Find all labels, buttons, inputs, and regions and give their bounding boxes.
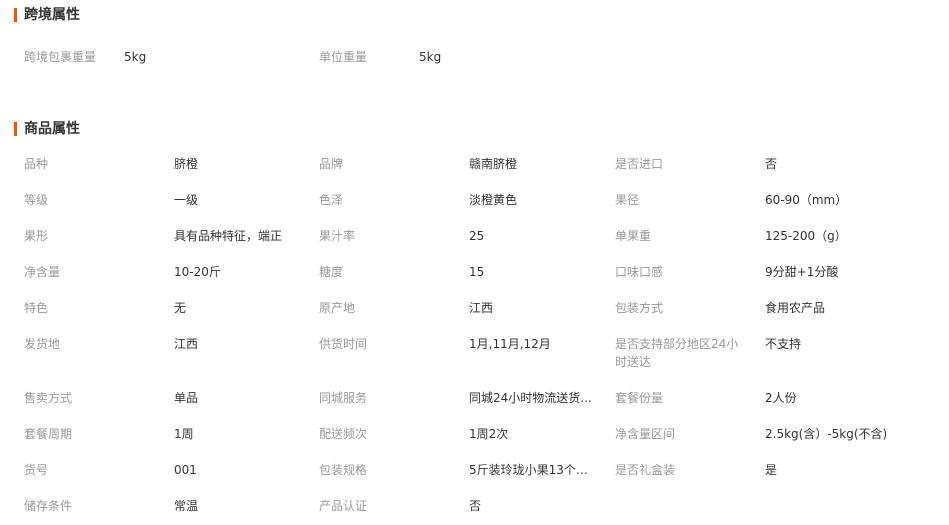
attr-value: 不支持 bbox=[765, 337, 802, 351]
attr-value: 食用农产品 bbox=[765, 301, 826, 315]
attr-value: 60-90（mm） bbox=[765, 193, 848, 207]
attr-value: 常温 bbox=[174, 499, 199, 513]
section-accent-bar bbox=[14, 8, 17, 22]
attr-label: 原产地 bbox=[319, 301, 356, 315]
section-title-cross-border: 跨境属性 bbox=[14, 6, 80, 24]
attr-label: 套餐份量 bbox=[615, 391, 664, 405]
attr-value-package-weight: 5kg bbox=[124, 50, 147, 64]
attr-label: 品种 bbox=[24, 157, 49, 171]
attr-label: 品牌 bbox=[319, 157, 344, 171]
attr-label: 是否支持部分地区24小时送达 bbox=[615, 337, 739, 369]
attr-value: 淡橙黄色 bbox=[469, 193, 518, 207]
attr-label: 是否礼盒装 bbox=[615, 463, 676, 477]
attr-label: 同城服务 bbox=[319, 391, 368, 405]
attr-value: 15 bbox=[469, 265, 485, 279]
attr-label: 果径 bbox=[615, 193, 640, 207]
attr-label: 是否进口 bbox=[615, 157, 664, 171]
attr-value: 001 bbox=[174, 463, 197, 477]
section-title-text: 跨境属性 bbox=[24, 7, 80, 23]
attr-label: 套餐周期 bbox=[24, 427, 73, 441]
section-title-text: 商品属性 bbox=[24, 121, 80, 137]
attr-label: 产品认证 bbox=[319, 499, 368, 513]
attr-label: 口味口感 bbox=[615, 265, 664, 279]
attr-value: 否 bbox=[765, 157, 778, 171]
attr-value: 2人份 bbox=[765, 391, 797, 405]
attr-value: 否 bbox=[469, 499, 482, 513]
attr-value: 赣南脐橙 bbox=[469, 157, 518, 171]
attr-value: 125-200（g） bbox=[765, 229, 847, 243]
attr-label: 售卖方式 bbox=[24, 391, 73, 405]
attr-label: 色泽 bbox=[319, 193, 344, 207]
section-title-product: 商品属性 bbox=[14, 120, 80, 138]
attr-value: 5斤装玲珑小果13个左... bbox=[469, 463, 594, 477]
attr-label: 储存条件 bbox=[24, 499, 73, 513]
attr-label: 糖度 bbox=[319, 265, 344, 279]
attr-value: 同城24小时物流送货... bbox=[469, 391, 592, 405]
attr-label: 供货时间 bbox=[319, 337, 368, 351]
attr-label-package-weight: 跨境包裹重量 bbox=[24, 50, 97, 64]
attr-value: 脐橙 bbox=[174, 157, 199, 171]
attr-value: 9分甜+1分酸 bbox=[765, 265, 839, 279]
attr-label-unit-weight: 单位重量 bbox=[319, 50, 368, 64]
attr-value: 是 bbox=[765, 463, 778, 477]
attr-label: 发货地 bbox=[24, 337, 61, 351]
attr-label: 特色 bbox=[24, 301, 49, 315]
attr-label: 包装规格 bbox=[319, 463, 368, 477]
attr-value: 江西 bbox=[174, 337, 199, 351]
attr-label: 等级 bbox=[24, 193, 49, 207]
attr-label: 配送频次 bbox=[319, 427, 368, 441]
attr-value: 江西 bbox=[469, 301, 494, 315]
attr-label: 果形 bbox=[24, 229, 49, 243]
attr-value: 25 bbox=[469, 229, 485, 243]
section-accent-bar bbox=[14, 122, 17, 136]
attr-value-unit-weight: 5kg bbox=[419, 50, 442, 64]
attr-value: 1月,11月,12月 bbox=[469, 337, 551, 351]
attr-value: 具有品种特征，端正 bbox=[174, 229, 283, 243]
attr-value: 一级 bbox=[174, 193, 199, 207]
attr-label: 净含量区间 bbox=[615, 427, 676, 441]
attr-value: 1周2次 bbox=[469, 427, 509, 441]
attr-label: 包装方式 bbox=[615, 301, 664, 315]
attr-value: 1周 bbox=[174, 427, 194, 441]
attr-label: 货号 bbox=[24, 463, 49, 477]
attr-label: 净含量 bbox=[24, 265, 61, 279]
attr-value: 无 bbox=[174, 301, 187, 315]
attr-value: 10-20斤 bbox=[174, 265, 221, 279]
attr-value: 单品 bbox=[174, 391, 199, 405]
attr-label: 果汁率 bbox=[319, 229, 356, 243]
attr-label: 单果重 bbox=[615, 229, 652, 243]
attr-value: 2.5kg(含）-5kg(不含) bbox=[765, 427, 888, 441]
